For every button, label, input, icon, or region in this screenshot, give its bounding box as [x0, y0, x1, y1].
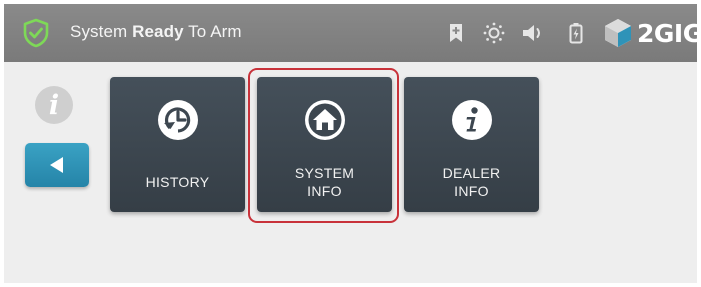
2gig-logo-icon	[605, 19, 631, 47]
brand-logo: 2GIG	[603, 16, 697, 50]
status-bold: Ready	[132, 22, 184, 41]
back-arrow-icon	[50, 157, 63, 173]
history-label: HISTORY	[145, 174, 210, 190]
dealer-info-label: DEALER INFO	[442, 165, 501, 199]
info-icon	[452, 100, 492, 140]
info-icon: i	[35, 86, 73, 124]
system-status-text: System Ready To Arm	[70, 22, 242, 42]
battery-icon	[569, 23, 583, 44]
history-icon	[158, 100, 198, 140]
status-suffix: To Arm	[188, 22, 242, 41]
selection-highlight	[248, 68, 399, 223]
info-glyph: i	[48, 89, 60, 121]
status-bar: System Ready To Arm 2GIG	[4, 4, 697, 62]
brand-name: 2GIG	[637, 18, 697, 48]
back-button[interactable]	[25, 143, 89, 187]
screen: System Ready To Arm 2GIG i HISTORY SYSTE…	[4, 4, 697, 283]
volume-icon[interactable]	[520, 21, 546, 45]
history-tile[interactable]: HISTORY	[110, 77, 245, 212]
brightness-icon[interactable]	[480, 21, 508, 45]
shield-check-icon	[23, 18, 49, 48]
bookmark-icon[interactable]	[445, 21, 467, 45]
status-prefix: System	[70, 22, 128, 41]
dealer-info-tile[interactable]: DEALER INFO	[404, 77, 539, 212]
